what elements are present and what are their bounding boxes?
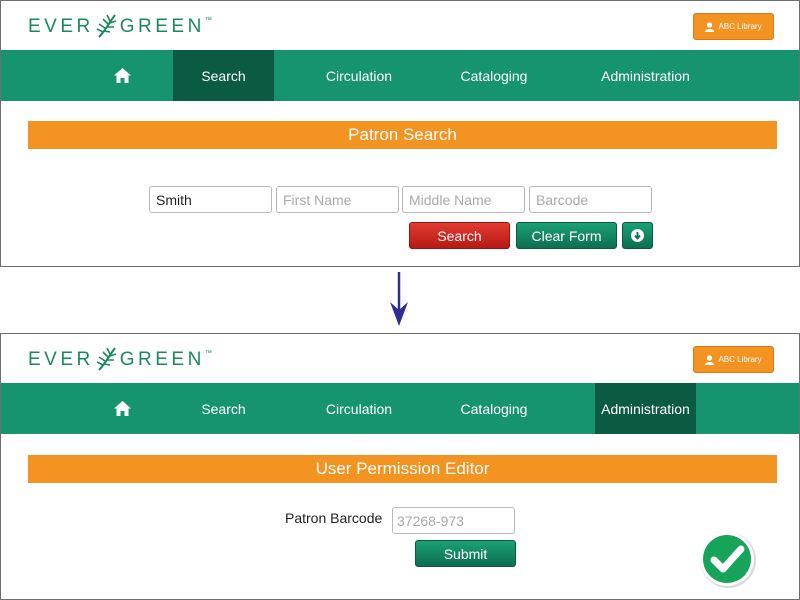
patron-barcode-input[interactable]: 37268-973 [392,507,515,534]
nav-cataloging[interactable]: Cataloging [439,383,549,434]
arrow-down-icon [390,272,408,326]
main-nav: Search Circulation Cataloging Administra… [1,50,799,101]
logo-text-left: EVER [28,349,94,370]
nav-administration[interactable]: Administration [595,383,696,434]
logo-text-right: GREEN [119,16,205,37]
nav-administration[interactable]: Administration [595,50,696,101]
submit-button[interactable]: Submit [415,540,516,567]
evergreen-logo: EVER GREEN ™ [28,13,212,41]
patron-search-screen: EVER GREEN ™ ABC Library Search Circulat… [0,0,800,267]
checkmark-icon [700,532,756,588]
home-icon [113,68,131,83]
library-button[interactable]: ABC Library [693,346,774,373]
library-button[interactable]: ABC Library [693,13,774,40]
nav-search[interactable]: Search [173,50,274,101]
user-permission-editor-screen: EVER GREEN ™ ABC Library Search Circulat… [0,333,800,600]
nav-cataloging[interactable]: Cataloging [439,50,549,101]
evergreen-logo: EVER GREEN ™ [28,346,212,374]
trademark: ™ [204,350,212,357]
page-title: Patron Search [28,121,777,149]
library-button-label: ABC Library [718,355,762,364]
fern-leaf-icon [96,347,117,371]
home-icon [113,401,131,416]
user-icon [705,21,715,32]
page-title: User Permission Editor [28,455,777,483]
middle-name-input[interactable]: Middle Name [402,186,525,213]
nav-circulation[interactable]: Circulation [301,50,417,101]
nav-circulation[interactable]: Circulation [301,383,417,434]
clear-form-button[interactable]: Clear Form [516,222,617,249]
first-name-input[interactable]: First Name [276,186,399,213]
nav-home[interactable] [106,383,138,434]
user-icon [705,354,715,365]
fern-leaf-icon [96,14,117,38]
last-name-input[interactable]: Smith [149,186,272,213]
search-button[interactable]: Search [409,222,510,249]
nav-search[interactable]: Search [173,383,274,434]
nav-home[interactable] [106,50,138,101]
patron-barcode-label: Patron Barcode [285,510,383,526]
logo-text-left: EVER [28,16,94,37]
library-button-label: ABC Library [718,22,762,31]
main-nav: Search Circulation Cataloging Administra… [1,383,799,434]
trademark: ™ [204,17,212,24]
advanced-options-button[interactable] [622,222,653,249]
barcode-input[interactable]: Barcode [529,186,652,213]
circle-arrow-down-icon [631,229,644,242]
logo-text-right: GREEN [119,349,205,370]
